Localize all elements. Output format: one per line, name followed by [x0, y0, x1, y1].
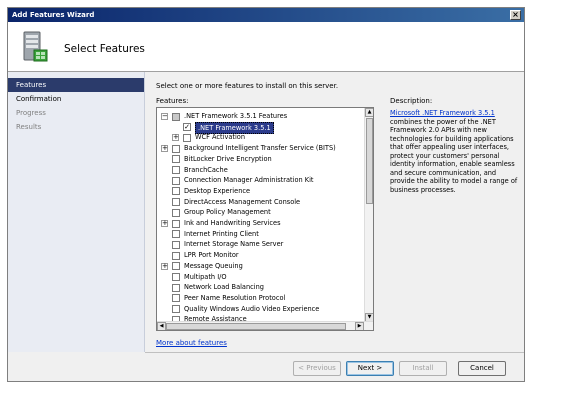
feature-label: Ink and Handwriting Services [184, 219, 281, 227]
feature-checkbox[interactable] [172, 273, 180, 281]
feature-label: Connection Manager Administration Kit [184, 176, 314, 185]
feature-label: LPR Port Monitor [184, 251, 239, 260]
next-button[interactable]: Next > [346, 361, 394, 376]
main-panel: Select one or more features to install o… [152, 72, 522, 352]
page-title: Select Features [64, 43, 145, 55]
feature-row[interactable]: Quality Windows Audio Video Experience [157, 304, 363, 315]
feature-checkbox[interactable] [172, 262, 180, 271]
feature-label: Peer Name Resolution Protocol [184, 293, 286, 302]
server-features-icon [23, 31, 48, 62]
window-title: Add Features Wizard [12, 11, 95, 19]
title-bar[interactable]: Add Features Wizard × [8, 8, 524, 22]
feature-row[interactable]: + Ink and Handwriting Services [157, 218, 363, 229]
close-button[interactable]: × [510, 10, 521, 20]
feature-label: Background Intelligent Transfer Service … [184, 144, 336, 153]
feature-checkbox[interactable] [172, 155, 180, 164]
feature-label: BitLocker Drive Encryption [184, 154, 272, 163]
feature-checkbox[interactable] [172, 166, 180, 174]
feature-checkbox[interactable] [172, 305, 180, 314]
feature-checkbox[interactable] [172, 144, 180, 153]
feature-row[interactable]: Multipath I/O [157, 272, 363, 283]
feature-label: Internet Printing Client [184, 229, 259, 238]
previous-button[interactable]: < Previous [293, 361, 341, 376]
feature-row[interactable]: + Background Intelligent Transfer Service… [157, 143, 363, 154]
horizontal-scrollbar[interactable]: ◀ ▶ [157, 321, 373, 330]
feature-checkbox[interactable]: ✓ [183, 123, 191, 132]
wizard-window: Add Features Wizard × Select Features Fe… [7, 7, 525, 382]
scroll-right-icon[interactable]: ▶ [355, 322, 364, 330]
feature-row[interactable]: DirectAccess Management Console [157, 197, 363, 208]
feature-label: .NET Framework 3.5.1 Features [184, 112, 288, 120]
nav-item-features[interactable]: Features [8, 78, 144, 92]
feature-checkbox[interactable] [172, 176, 180, 185]
instruction-text: Select one or more features to install o… [156, 82, 339, 90]
description-label: Description: [390, 97, 433, 105]
install-button[interactable]: Install [399, 361, 447, 376]
more-about-features-link[interactable]: More about features [156, 339, 227, 347]
feature-checkbox[interactable] [172, 240, 180, 249]
description-text: Microsoft .NET Framework 3.5.1 combines … [390, 109, 518, 194]
expand-icon[interactable]: + [172, 134, 179, 142]
wizard-nav: Features Confirmation Progress Results [8, 72, 145, 352]
cancel-button[interactable]: Cancel [458, 361, 506, 376]
description-link[interactable]: Microsoft .NET Framework 3.5.1 [390, 109, 495, 117]
nav-item-confirmation[interactable]: Confirmation [8, 92, 144, 106]
feature-checkbox[interactable] [172, 283, 180, 292]
nav-item-progress: Progress [16, 109, 46, 117]
feature-checkbox[interactable] [183, 133, 191, 142]
expand-icon[interactable]: + [161, 220, 168, 227]
feature-row[interactable]: + Message Queuing [157, 261, 363, 272]
expand-icon[interactable]: + [161, 145, 168, 153]
feature-row[interactable]: Desktop Experience [157, 186, 363, 197]
features-label: Features: [156, 97, 189, 105]
feature-checkbox[interactable] [172, 294, 180, 303]
feature-label: Quality Windows Audio Video Experience [184, 304, 320, 313]
feature-checkbox[interactable] [172, 198, 180, 207]
collapse-icon[interactable]: − [161, 113, 168, 120]
horizontal-scroll-thumb[interactable] [166, 323, 346, 330]
feature-row[interactable]: Group Policy Management [157, 207, 363, 218]
feature-label: Network Load Balancing [184, 283, 264, 292]
feature-row[interactable]: Network Load Balancing [157, 282, 363, 293]
vertical-scrollbar[interactable]: ▲ ▼ [364, 108, 373, 322]
feature-row[interactable]: Internet Storage Name Server [157, 239, 363, 250]
feature-checkbox[interactable] [172, 230, 180, 239]
feature-label: Group Policy Management [184, 208, 271, 217]
feature-row[interactable]: Connection Manager Administration Kit [157, 175, 363, 186]
feature-checkbox[interactable] [172, 112, 180, 121]
feature-row[interactable]: + WCF Activation [157, 132, 363, 143]
feature-row[interactable]: Internet Printing Client [157, 229, 363, 240]
feature-row[interactable]: − .NET Framework 3.5.1 Features [157, 111, 363, 122]
feature-label: Multipath I/O [184, 272, 227, 281]
feature-row[interactable]: BranchCache [157, 165, 363, 176]
expand-icon[interactable]: + [161, 262, 168, 270]
feature-label: Desktop Experience [184, 186, 251, 195]
feature-label: Message Queuing [184, 261, 243, 270]
feature-label: BranchCache [184, 165, 228, 174]
feature-row[interactable]: ✓ .NET Framework 3.5.1 [157, 121, 363, 135]
features-tree[interactable]: − .NET Framework 3.5.1 Features ✓ .NET Fram… [156, 107, 374, 331]
description-body: combines the power of the .NET Framework… [390, 117, 518, 194]
feature-row[interactable]: Peer Name Resolution Protocol [157, 293, 363, 304]
nav-item-results: Results [16, 123, 42, 131]
feature-row[interactable]: BitLocker Drive Encryption [157, 154, 363, 165]
feature-checkbox[interactable] [172, 219, 180, 228]
feature-checkbox[interactable] [172, 187, 180, 196]
feature-label: WCF Activation [195, 133, 246, 142]
scroll-left-icon[interactable]: ◀ [157, 322, 166, 330]
vertical-scroll-thumb[interactable] [366, 118, 373, 204]
feature-checkbox[interactable] [172, 251, 180, 260]
feature-checkbox[interactable] [172, 208, 180, 217]
feature-label: Internet Storage Name Server [184, 240, 284, 249]
scroll-up-icon[interactable]: ▲ [365, 108, 373, 117]
feature-label: DirectAccess Management Console [184, 197, 301, 206]
wizard-header: Select Features [8, 22, 524, 72]
footer-divider [145, 352, 524, 353]
feature-row[interactable]: LPR Port Monitor [157, 250, 363, 261]
